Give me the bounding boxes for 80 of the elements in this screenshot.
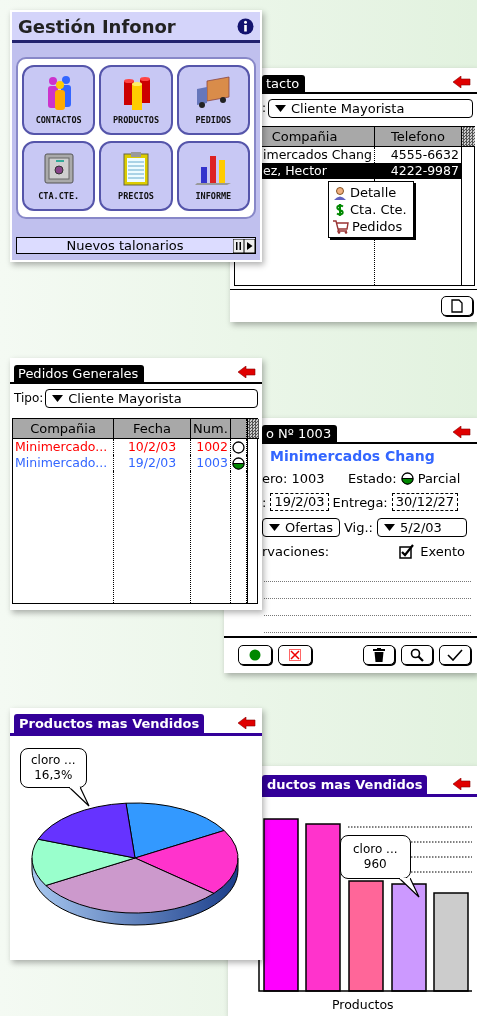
type-dropdown[interactable]: Cliente Mayorista	[268, 98, 473, 118]
dropdown-arrow-icon	[52, 394, 64, 402]
chart-tooltip: cloro ... 960	[340, 835, 420, 898]
search-icon	[410, 648, 424, 662]
notes-label: rvaciones:	[262, 544, 330, 559]
page-icon	[451, 299, 463, 313]
person-icon	[333, 185, 347, 200]
status-button[interactable]	[238, 645, 272, 665]
info-icon[interactable]	[237, 18, 254, 35]
menu-button[interactable]: PRODUCTOS	[99, 65, 173, 135]
column-header: Num.	[191, 419, 231, 439]
table-cell[interactable]: 19/2/03	[114, 455, 191, 471]
window-title: o Nº 1003	[262, 425, 338, 442]
menu-button[interactable]: CTA.CTE.	[22, 141, 96, 211]
chart-tooltip: cloro ... 16,3%	[20, 748, 90, 807]
table-cell[interactable]: 10/2/03	[114, 439, 191, 455]
scrollbar[interactable]	[247, 419, 259, 603]
checkbox[interactable]	[399, 544, 415, 559]
pause-icon[interactable]	[233, 238, 244, 253]
menu-item[interactable]: Pedidos	[333, 218, 407, 235]
window-title: Pedidos Generales	[14, 365, 145, 382]
scrollbar[interactable]	[461, 127, 475, 285]
delete-button[interactable]	[363, 645, 395, 665]
tooltip-tail	[398, 877, 420, 898]
delivery-label: Entrega:	[332, 494, 388, 510]
cart-icon	[333, 219, 349, 234]
window-title: tacto	[262, 75, 306, 92]
dollar-icon	[333, 202, 347, 217]
menu-item[interactable]: Detalle	[333, 184, 407, 201]
delivery-field[interactable]: 30/12/27	[391, 493, 459, 511]
table-cell[interactable]: Minimercado...	[13, 439, 114, 455]
cancel-button[interactable]	[278, 645, 312, 665]
confirm-button[interactable]	[439, 645, 471, 665]
menu-button[interactable]: CONTACTOS	[22, 65, 96, 135]
axis-label: Productos	[332, 997, 394, 1012]
table-cell[interactable]: 4555-6632	[375, 147, 461, 163]
table-cell[interactable]: Minimercado...	[13, 455, 114, 471]
trash-icon	[373, 648, 385, 662]
dropdown-arrow-icon	[384, 524, 395, 531]
date-field[interactable]: 19/2/03	[270, 493, 329, 511]
date-label: :	[262, 494, 267, 510]
status-ticker: Nuevos talonarios	[65, 238, 185, 253]
price-list-dropdown[interactable]: Ofertas	[262, 518, 340, 537]
menu-button[interactable]: PRECIOS	[99, 141, 173, 211]
back-arrow-icon[interactable]	[238, 717, 256, 729]
cross-icon	[289, 649, 301, 661]
status-label: Estado:	[348, 471, 397, 486]
menu-button[interactable]: INFORME	[176, 141, 250, 211]
dropdown-arrow-icon	[275, 104, 287, 112]
dot-icon	[249, 649, 261, 661]
table-cell[interactable]: 1002	[191, 439, 231, 455]
checkbox-label: Exento	[420, 544, 465, 559]
back-arrow-icon[interactable]	[453, 778, 471, 790]
type-dropdown[interactable]: Cliente Mayorista	[45, 388, 258, 408]
column-header: Compañia	[13, 419, 114, 439]
validity-label: Vig.:	[344, 520, 373, 535]
company-name: Minimercados Chang	[269, 448, 436, 464]
dropdown-arrow-icon	[269, 524, 280, 531]
window-title: Gestión Infonor	[18, 16, 176, 37]
window-title: Productos mas Vendidos	[14, 714, 205, 733]
menu-item[interactable]: Cta. Cte.	[333, 201, 407, 218]
table-cell[interactable]: 1003	[191, 455, 231, 471]
table-cell[interactable]: 4222-9987	[375, 163, 461, 179]
order-number: ero: 1003	[262, 471, 326, 486]
new-note-button[interactable]	[441, 296, 473, 316]
filter-label: Tipo:	[14, 391, 44, 405]
validity-dropdown[interactable]: 5/2/03	[377, 518, 467, 537]
menu-button[interactable]: PEDIDOS	[176, 65, 250, 135]
play-icon[interactable]	[244, 238, 255, 253]
filter-label: :	[262, 101, 267, 115]
status-value: Parcial	[417, 471, 461, 486]
back-arrow-icon[interactable]	[453, 426, 471, 438]
column-header: Telefono	[375, 127, 461, 147]
check-icon	[447, 649, 463, 661]
window-title: ductos mas Vendidos	[262, 775, 428, 794]
search-button[interactable]	[401, 645, 433, 665]
back-arrow-icon[interactable]	[453, 76, 471, 88]
column-header: Fecha	[114, 419, 191, 439]
back-arrow-icon[interactable]	[238, 366, 256, 378]
tooltip-tail	[68, 786, 90, 807]
